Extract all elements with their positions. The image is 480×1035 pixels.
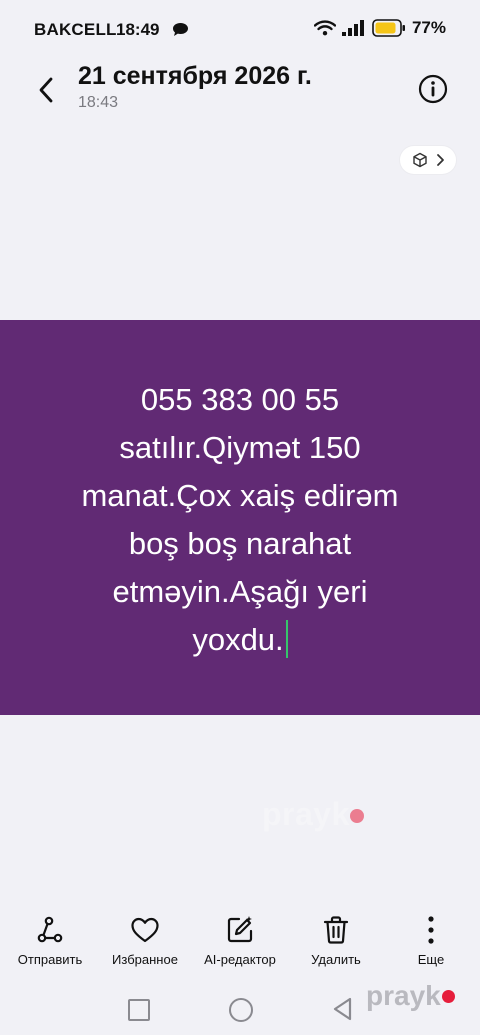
wifi-icon [313, 20, 336, 36]
caption-text: 055 383 00 55 satılır.Qiymət 150 manat.Ç… [81, 381, 399, 657]
bottom-toolbar: Отправить Избранное AI-редактор Удалить … [0, 910, 480, 978]
ai-editor-button[interactable]: AI-редактор [190, 910, 290, 967]
trash-icon [323, 916, 349, 944]
battery-icon [372, 19, 405, 37]
message-bubble-icon [173, 23, 188, 36]
ai-editor-label: AI-редактор [204, 952, 276, 967]
photo-caption-text: 055 383 00 55 satılır.Qiymət 150 manat.Ç… [20, 376, 460, 664]
more-label: Еще [417, 952, 445, 967]
status-time: 18:49 [116, 20, 160, 39]
viewer-header: 21 сентября 2026 г. 18:43 [0, 56, 480, 124]
text-cursor [285, 619, 288, 658]
recents-button[interactable] [128, 999, 150, 1021]
cube-icon [412, 152, 427, 168]
signal-icon [341, 20, 364, 36]
chevron-right-icon [436, 154, 444, 166]
home-button[interactable] [229, 998, 253, 1022]
photo-date-title: 21 сентября 2026 г. [78, 62, 312, 90]
watermark-dot [349, 809, 364, 823]
delete-label: Удалить [311, 952, 361, 967]
info-button[interactable] [418, 74, 448, 104]
favorite-label: Избранное [112, 952, 178, 967]
carrier-name: BAKCELL [34, 20, 117, 39]
ai-edit-icon [227, 916, 253, 943]
effects-pill-button[interactable] [400, 146, 456, 174]
delete-button[interactable]: Удалить [286, 910, 386, 967]
photo-time-subtitle: 18:43 [78, 94, 119, 111]
photo-watermark-text: prayk [262, 796, 350, 832]
favorite-button[interactable]: Избранное [95, 910, 195, 967]
photo-content[interactable]: 055 383 00 55 satılır.Qiymət 150 manat.Ç… [0, 320, 480, 832]
share-button[interactable]: Отправить [0, 910, 100, 967]
chevron-left-icon [39, 77, 53, 103]
corner-watermark-text: prayk [366, 980, 441, 1011]
more-vertical-icon [428, 916, 434, 944]
info-icon [418, 74, 448, 104]
photo-watermark: prayk [262, 796, 364, 833]
status-bar: BAKCELL 18:49 77% [0, 0, 480, 60]
back-button[interactable] [32, 74, 60, 106]
nav-back-icon[interactable] [332, 997, 354, 1021]
corner-watermark: prayk [366, 980, 455, 1012]
battery-percentage: 77% [411, 18, 446, 37]
more-button[interactable]: Еще [381, 910, 480, 967]
share-label: Отправить [17, 952, 83, 967]
heart-icon [131, 917, 159, 943]
corner-watermark-dot [441, 990, 455, 1003]
share-icon [37, 916, 63, 943]
status-icons: 77% [313, 18, 446, 38]
